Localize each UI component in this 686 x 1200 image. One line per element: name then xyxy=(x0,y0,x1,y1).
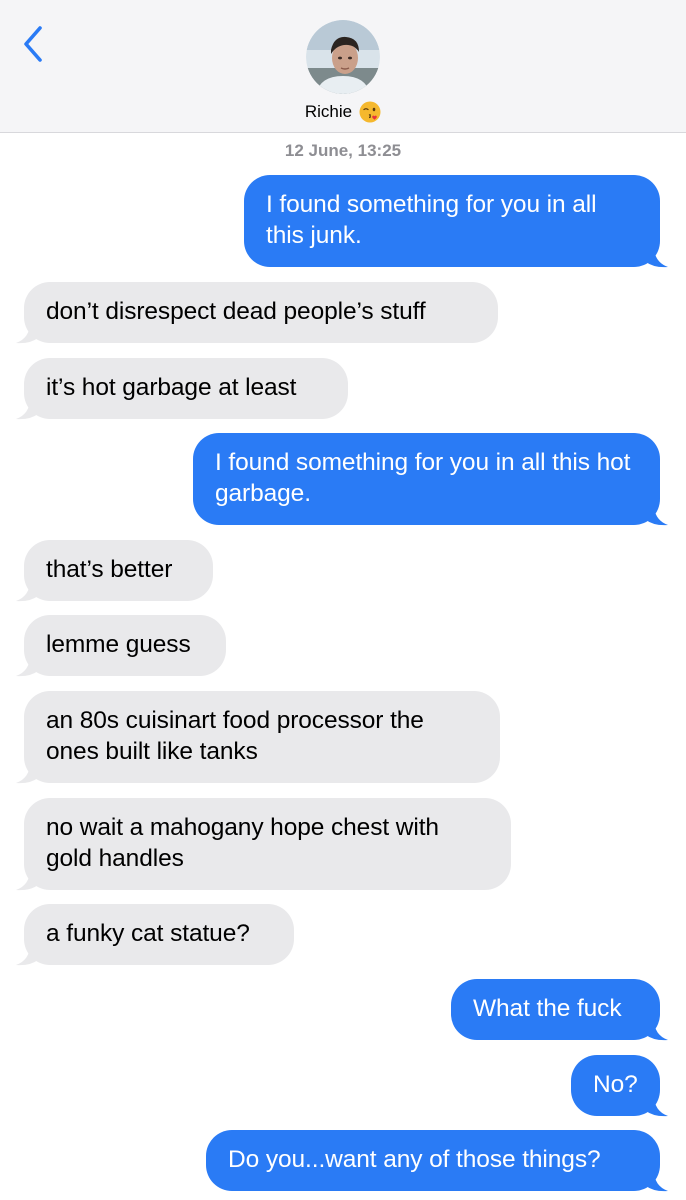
bubble-tail xyxy=(646,504,668,526)
bubble-tail xyxy=(16,398,38,420)
bubble-tail xyxy=(646,1095,668,1117)
message-text: that’s better xyxy=(46,556,173,583)
message-text: lemme guess xyxy=(46,631,191,658)
message-text: I found something for you in all this ju… xyxy=(266,191,597,249)
message-text: What the fuck xyxy=(473,995,622,1022)
sent-message-bubble[interactable]: What the fuck xyxy=(451,979,668,1041)
message-text: No? xyxy=(593,1071,638,1098)
message-thread: I found something for you in all this ju… xyxy=(0,0,686,1200)
bubble-tail xyxy=(16,944,38,966)
received-message-bubble[interactable]: that’s better xyxy=(16,540,213,602)
message-text: it’s hot garbage at least xyxy=(46,374,297,401)
bubble-tail xyxy=(16,762,38,784)
sent-message-bubble[interactable]: Do you...want any of those things? xyxy=(206,1130,668,1192)
sent-message-bubble[interactable]: No? xyxy=(571,1055,668,1117)
message-text: I found something for you in all this ho… xyxy=(215,449,631,507)
bubble-tail xyxy=(646,1170,668,1192)
bubble-tail xyxy=(16,869,38,891)
received-message-bubble[interactable]: a funky cat statue? xyxy=(16,904,294,966)
sent-message-bubble[interactable]: I found something for you in all this ho… xyxy=(193,433,668,526)
received-message-bubble[interactable]: lemme guess xyxy=(16,615,226,677)
bubble-tail xyxy=(16,322,38,344)
sent-message-bubble[interactable]: I found something for you in all this ju… xyxy=(244,175,668,268)
bubble-tail xyxy=(16,580,38,602)
message-text: don’t disrespect dead people’s stuff xyxy=(46,298,426,325)
received-message-bubble[interactable]: no wait a mahogany hope chest with gold … xyxy=(16,798,511,891)
message-text: no wait a mahogany hope chest with gold … xyxy=(46,814,439,872)
received-message-bubble[interactable]: it’s hot garbage at least xyxy=(16,358,348,420)
bubble-tail xyxy=(646,1019,668,1041)
message-text: Do you...want any of those things? xyxy=(228,1146,601,1173)
message-text: an 80s cuisinart food processor the ones… xyxy=(46,707,424,765)
message-text: a funky cat statue? xyxy=(46,920,250,947)
received-message-bubble[interactable]: an 80s cuisinart food processor the ones… xyxy=(16,691,500,784)
received-message-bubble[interactable]: don’t disrespect dead people’s stuff xyxy=(16,282,498,344)
bubble-tail xyxy=(16,655,38,677)
bubble-tail xyxy=(646,246,668,268)
